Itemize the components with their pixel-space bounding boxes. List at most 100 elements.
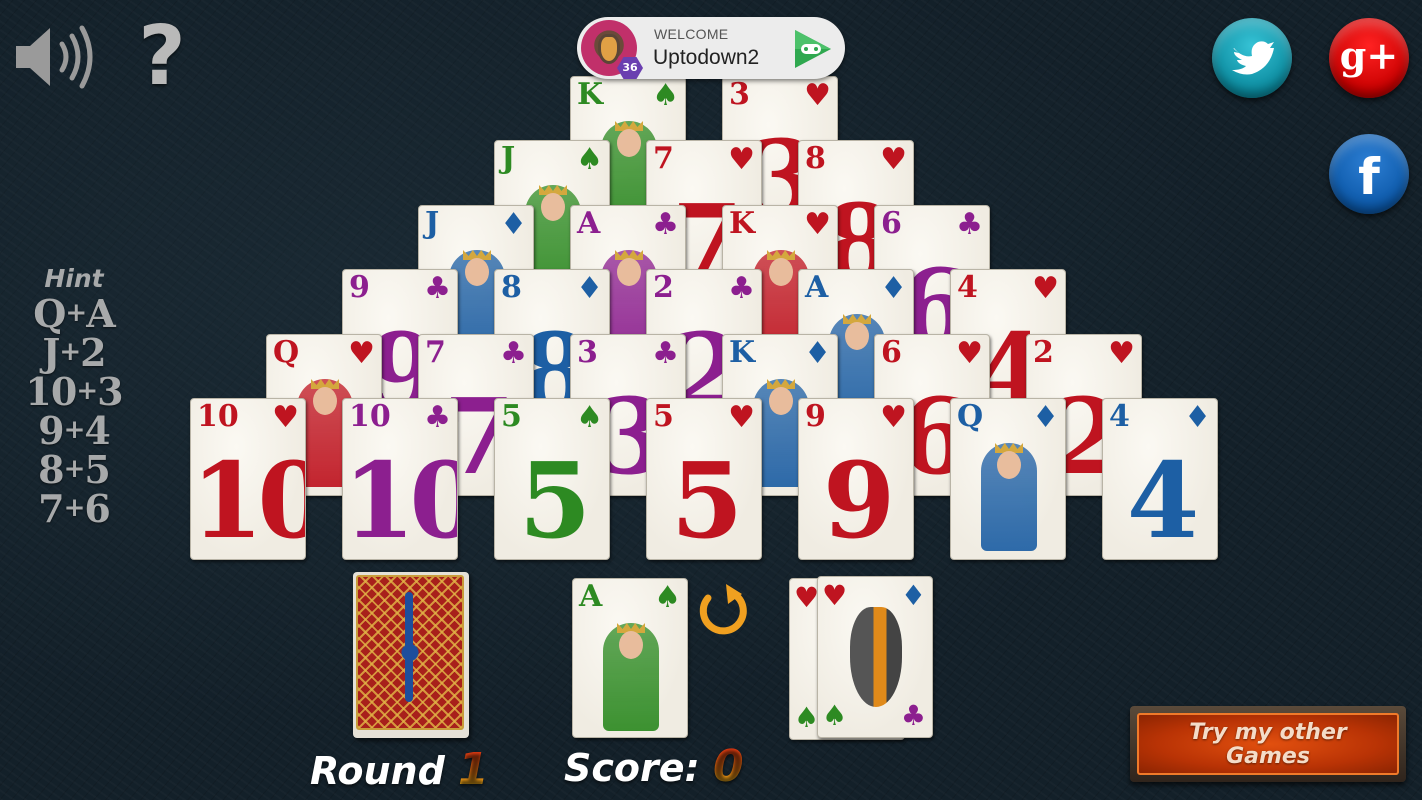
spade-suit-icon: ♠ [576,142,603,177]
round-indicator: Round 1 [310,745,489,796]
card-rank: 7 [653,141,674,176]
card-rank: 5 [653,399,674,434]
google-plus-button[interactable]: g+ [1329,18,1409,98]
hint-pair: J+2 [14,333,134,372]
question-mark-icon: ? [138,9,186,104]
playing-card[interactable]: 10 ♥ 10 [190,398,306,560]
twitter-button[interactable] [1212,18,1292,98]
score-value: 0 [712,741,744,792]
hint-pair: 10+3 [14,372,134,411]
playing-card[interactable]: 4 ♦ 4 [1102,398,1218,560]
card-rank: K [577,77,604,112]
club-suit-icon: ♣ [956,207,983,242]
club-suit-icon: ♣ [500,336,527,371]
diamond-suit-icon: ♦ [576,271,603,306]
help-button[interactable]: ? [132,12,192,102]
card-rank: 8 [501,270,522,305]
heart-suit-icon: ♥ [804,78,831,113]
score-label: Score: [564,746,700,790]
hint-plus: + [65,298,87,328]
hint-pair: Q+A [14,294,134,333]
playing-card[interactable]: Q ♦ [950,398,1066,560]
card-rank: 7 [425,335,446,370]
spade-suit-icon: ♠ [822,699,848,732]
card-rank: 5 [501,399,522,434]
card-rank: J [425,206,440,241]
facebook-icon: f [1358,148,1380,206]
spade-suit-icon: ♠ [652,78,679,113]
diamond-suit-icon: ♦ [500,207,527,242]
diamond-suit-icon: ♦ [900,579,926,612]
diamond-suit-icon: ♦ [1184,400,1211,435]
speaker-volume-icon [16,25,93,89]
club-suit-icon: ♣ [652,207,679,242]
round-value: 1 [458,744,489,795]
twitter-icon [1232,41,1274,75]
card-face-figure [603,623,659,731]
card-rank: K [729,335,756,370]
club-suit-icon: ♣ [652,336,679,371]
try-games-line1: Try my other [1189,720,1347,745]
card-rank: 2 [1033,335,1054,370]
hint-pair: 9+4 [14,411,134,450]
card-rank: Q [957,399,984,434]
facebook-button[interactable]: f [1329,134,1409,214]
undo-arrow-icon [699,584,747,635]
card-face-figure [981,443,1037,551]
heart-suit-icon: ♥ [880,400,907,435]
undo-button[interactable] [694,582,750,638]
spade-suit-icon: ♠ [794,701,820,734]
diamond-suit-icon: ♦ [804,336,831,371]
club-suit-icon: ♣ [424,400,451,435]
playing-card[interactable]: 5 ♥ 5 [646,398,762,560]
card-big-rank: 10 [191,439,305,560]
card-rank: K [729,206,756,241]
hint-pair: 7+6 [14,489,134,528]
joker-card[interactable]: ♥ ♦ ♠ ♣ [817,576,933,738]
heart-suit-icon: ♥ [728,142,755,177]
card-rank: 4 [1109,399,1130,434]
spade-suit-icon: ♠ [654,580,681,615]
sound-toggle-button[interactable] [12,20,100,94]
club-suit-icon: ♣ [900,699,926,732]
stock-deck[interactable] [353,572,469,738]
card-big-rank: 5 [670,439,743,560]
heart-suit-icon: ♥ [348,336,375,371]
card-rank: A [577,206,601,241]
hint-plus: + [63,415,86,445]
google-plus-icon: g+ [1339,33,1399,78]
card-rank: A [805,270,829,305]
diamond-suit-icon: ♦ [880,271,907,306]
try-other-games-button[interactable]: Try my other Games [1130,706,1406,782]
card-big-rank: 4 [1126,439,1199,560]
heart-suit-icon: ♥ [880,142,907,177]
heart-suit-icon: ♥ [822,579,848,612]
card-rank: 4 [957,270,978,305]
player-welcome-banner[interactable]: 36 WELCOME Uptodown2 [577,17,845,79]
heart-suit-icon: ♥ [804,207,831,242]
hint-rank-b: 6 [84,486,110,531]
try-games-line2: Games [1226,744,1310,769]
hint-plus: + [63,493,86,523]
heart-suit-icon: ♥ [1108,336,1135,371]
round-label: Round [310,749,445,793]
heart-suit-icon: ♥ [956,336,983,371]
playing-card[interactable]: 9 ♥ 9 [798,398,914,560]
card-big-rank: 10 [343,439,457,560]
card-big-rank: 9 [822,439,895,560]
card-big-rank: 5 [518,439,591,560]
card-rank: J [501,141,516,176]
heart-suit-icon: ♥ [1032,271,1059,306]
card-rank: 9 [805,399,826,434]
hint-pair: 8+5 [14,450,134,489]
waste-card[interactable]: A ♠ [572,578,688,738]
card-rank: Q [273,335,300,370]
card-rank: 8 [805,141,826,176]
hint-title: Hint [44,264,104,293]
card-rank: 3 [729,77,750,112]
club-suit-icon: ♣ [728,271,755,306]
diamond-suit-icon: ♦ [1032,400,1059,435]
playing-card[interactable]: 10 ♣ 10 [342,398,458,560]
card-rank: A [579,579,603,614]
playing-card[interactable]: 5 ♠ 5 [494,398,610,560]
